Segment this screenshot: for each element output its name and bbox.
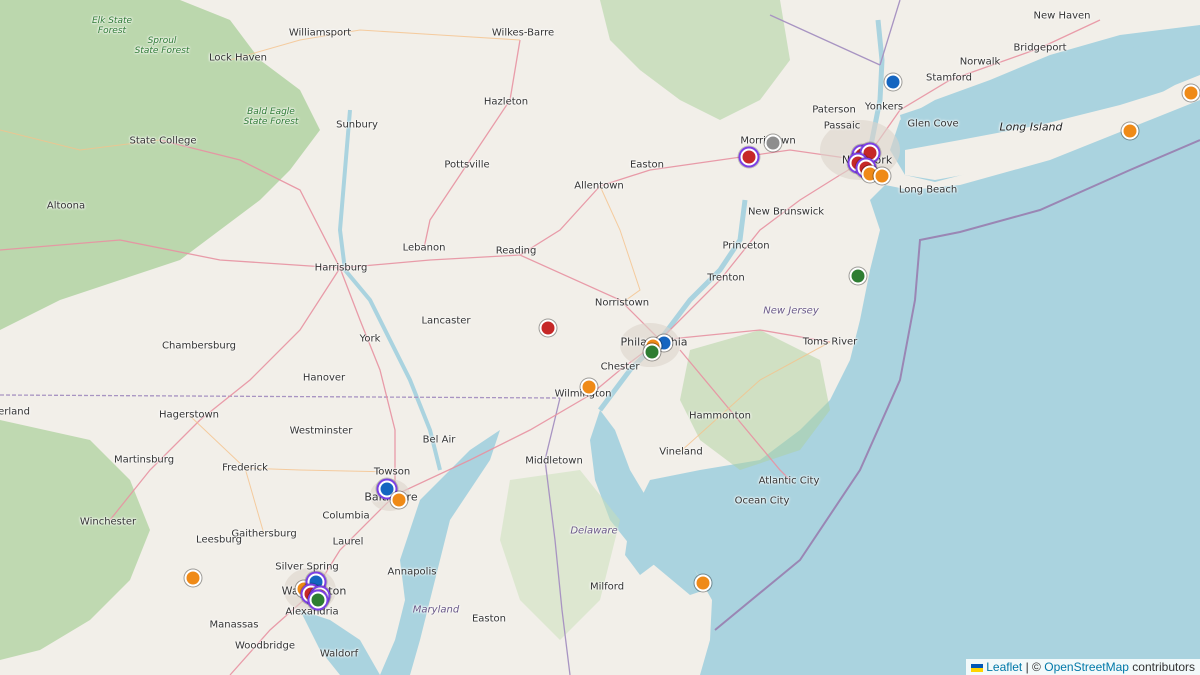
map-marker-blue[interactable] — [884, 73, 902, 91]
map-attribution: Leaflet | © OpenStreetMap contributors — [966, 659, 1200, 675]
ukraine-flag-icon — [971, 663, 984, 672]
map-marker-orange[interactable] — [184, 569, 202, 587]
map-marker-orange[interactable] — [390, 491, 408, 509]
map-marker-orange[interactable] — [694, 574, 712, 592]
map-marker-green[interactable] — [643, 343, 661, 361]
openstreetmap-link[interactable]: OpenStreetMap — [1044, 660, 1129, 674]
map-marker-gray[interactable] — [764, 134, 782, 152]
map-marker-red[interactable] — [539, 319, 557, 337]
map-marker-orange[interactable] — [1121, 122, 1139, 140]
map-view[interactable]: Wilkes-Barre Williamsport Lock Haven Hazlet… — [0, 0, 1200, 675]
map-marker-orange[interactable] — [1182, 84, 1200, 102]
map-marker-orange[interactable] — [873, 167, 891, 185]
map-marker-green[interactable] — [849, 267, 867, 285]
map-marker-orange[interactable] — [580, 378, 598, 396]
map-tiles — [0, 0, 1200, 675]
map-marker-red[interactable] — [740, 148, 758, 166]
attribution-separator: | © — [1025, 660, 1041, 674]
map-marker-green[interactable] — [309, 591, 327, 609]
attribution-suffix: contributors — [1132, 660, 1195, 674]
leaflet-link[interactable]: Leaflet — [986, 660, 1022, 674]
